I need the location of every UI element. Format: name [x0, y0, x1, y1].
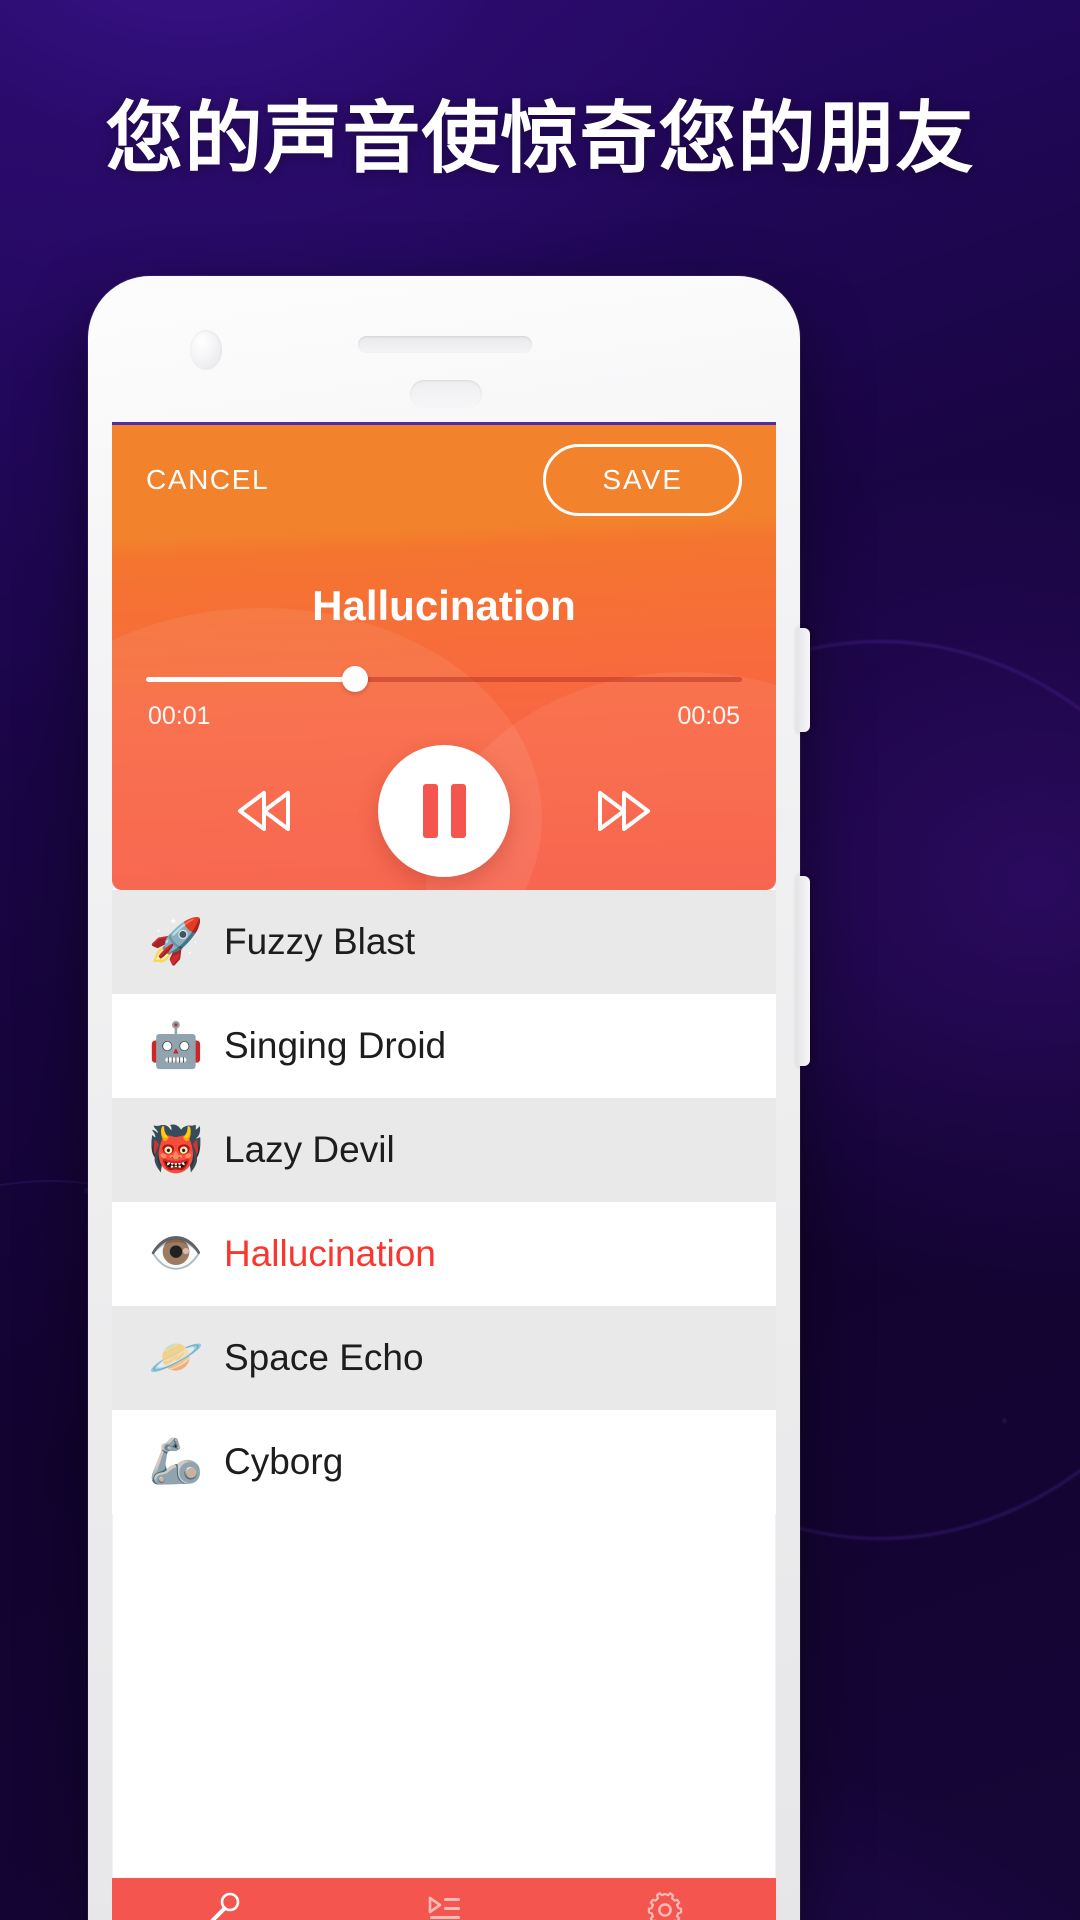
list-item[interactable]: 🚀 Fuzzy Blast	[112, 890, 776, 994]
phone-power-button	[796, 876, 810, 1066]
robot-icon: 🤖	[148, 1021, 204, 1070]
list-item[interactable]: 🦾 Cyborg	[112, 1410, 776, 1514]
phone-sensor-pill	[410, 380, 482, 408]
list-item[interactable]: 🤖 Singing Droid	[112, 994, 776, 1098]
list-item[interactable]: 🪐 Space Echo	[112, 1306, 776, 1410]
cyborg-icon: 🦾	[148, 1437, 204, 1486]
planet-icon: 🪐	[148, 1333, 204, 1382]
playback-progress-slider[interactable]	[146, 666, 742, 692]
effect-label: Lazy Devil	[224, 1129, 395, 1170]
list-item[interactable]: 👹 Lazy Devil	[112, 1098, 776, 1202]
front-camera-icon	[190, 330, 222, 370]
playback-times: 00:01 00:05	[148, 702, 740, 731]
fast-forward-icon	[598, 791, 650, 831]
fast-forward-button[interactable]	[584, 781, 660, 841]
voice-effects-list: 🚀 Fuzzy Blast 🤖 Singing Droid 👹 Lazy Dev…	[112, 890, 776, 1514]
effect-label: Cyborg	[224, 1441, 344, 1482]
devil-icon: 👹	[148, 1125, 204, 1174]
effect-label: Singing Droid	[224, 1025, 447, 1066]
pause-icon-bar-right	[450, 784, 466, 838]
rewind-icon	[238, 791, 290, 831]
pause-button[interactable]	[378, 745, 510, 877]
pause-icon-bar-left	[422, 784, 438, 838]
playlist-icon	[424, 1890, 464, 1920]
rocket-icon: 🚀	[148, 917, 204, 966]
earpiece-speaker	[358, 336, 532, 353]
cancel-button[interactable]: CANCEL	[146, 464, 269, 496]
microphone-icon	[203, 1890, 243, 1920]
player-header: CANCEL SAVE	[112, 422, 776, 538]
current-time-label: 00:01	[148, 702, 211, 730]
phone-screen: CANCEL SAVE Hallucination 00:01 00:05 🚀 …	[112, 422, 776, 1920]
list-item-selected[interactable]: 👁️ Hallucination	[112, 1202, 776, 1306]
eye-icon: 👁️	[148, 1229, 204, 1278]
progress-thumb[interactable]	[341, 666, 368, 692]
player-track-title: Hallucination	[312, 582, 576, 629]
effect-label: Space Echo	[224, 1337, 424, 1378]
total-time-label: 00:05	[677, 702, 740, 730]
effect-label: Fuzzy Blast	[224, 921, 416, 962]
effect-label: Hallucination	[224, 1233, 436, 1274]
nav-item-my-tracks[interactable]: My tracks	[333, 1878, 554, 1920]
player-card: CANCEL SAVE Hallucination 00:01 00:05	[112, 422, 776, 890]
nav-item-settings[interactable]: Settings	[555, 1878, 776, 1920]
promo-headline: 您的声音使惊奇您的朋友	[105, 94, 975, 182]
save-button[interactable]: SAVE	[543, 444, 742, 516]
nav-item-studio[interactable]: Studio	[112, 1878, 333, 1920]
playback-controls	[112, 745, 776, 877]
rewind-button[interactable]	[228, 781, 304, 841]
gear-icon	[645, 1890, 685, 1920]
phone-volume-button	[796, 628, 810, 732]
phone-mockup: CANCEL SAVE Hallucination 00:01 00:05 🚀 …	[88, 276, 810, 1920]
bottom-navigation-bar: Studio My tracks	[112, 1878, 776, 1920]
progress-fill	[146, 677, 355, 682]
